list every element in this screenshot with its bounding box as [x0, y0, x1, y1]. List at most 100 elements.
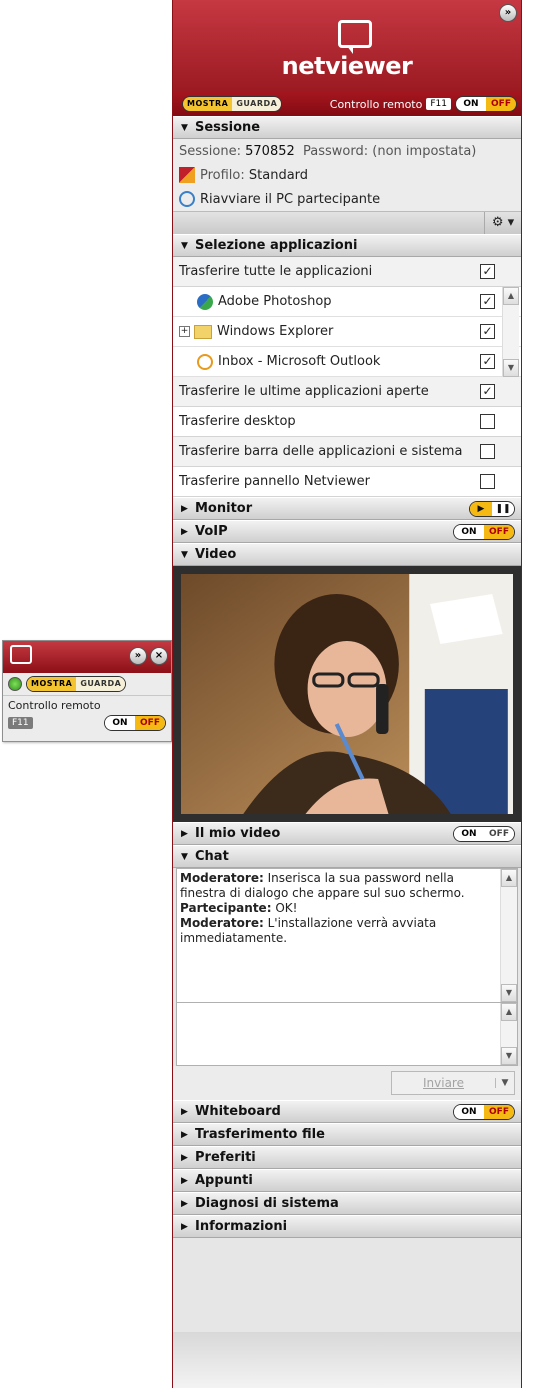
close-icon[interactable]: ×: [150, 647, 168, 665]
all-apps-row[interactable]: Trasferire tutte le applicazioni ✓: [173, 257, 521, 287]
toggle-on[interactable]: ON: [454, 826, 484, 841]
scroll-up-icon[interactable]: ▲: [501, 1003, 517, 1021]
chat-author: Moderatore:: [180, 916, 264, 930]
expanded-triangle-icon: ▼: [181, 851, 188, 862]
section-selezione-header[interactable]: ▼ Selezione applicazioni: [173, 234, 521, 257]
play-icon[interactable]: ▶: [470, 501, 492, 516]
all-apps-checkbox[interactable]: ✓: [480, 264, 495, 279]
remote-control-toggle[interactable]: ON OFF: [455, 96, 517, 112]
option-label: Trasferire pannello Netviewer: [179, 474, 370, 489]
mostra-guarda-switch[interactable]: MOSTRA GUARDA: [182, 96, 283, 112]
mostra-label[interactable]: MOSTRA: [183, 97, 233, 111]
mini-panel: » × MOSTRA GUARDA Controllo remoto F11 O…: [2, 640, 172, 742]
section-mio-video-header[interactable]: ▶ Il mio video ON OFF: [173, 822, 521, 845]
toggle-off[interactable]: OFF: [484, 524, 514, 539]
toggle-off[interactable]: OFF: [484, 826, 514, 841]
app-checkbox[interactable]: ✓: [480, 294, 495, 309]
expand-icon[interactable]: »: [129, 647, 147, 665]
section-preferiti-header[interactable]: ▶ Preferiti: [173, 1146, 521, 1169]
section-sessione-header[interactable]: ▼ Sessione: [173, 116, 521, 139]
app-list-scrollbar[interactable]: ▲ ▼: [502, 287, 519, 377]
section-monitor-header[interactable]: ▶ Monitor ▶ ❚❚: [173, 497, 521, 520]
mostra-label[interactable]: MOSTRA: [27, 677, 77, 691]
app-checkbox[interactable]: ✓: [480, 354, 495, 369]
toggle-on[interactable]: ON: [456, 97, 486, 111]
chat-input-scrollbar[interactable]: ▲ ▼: [500, 1003, 517, 1065]
app-name: Inbox - Microsoft Outlook: [218, 354, 381, 369]
whiteboard-toggle[interactable]: ON OFF: [453, 1103, 515, 1120]
toggle-off[interactable]: OFF: [486, 97, 516, 111]
toggle-on[interactable]: ON: [454, 1104, 484, 1119]
gear-icon[interactable]: ⚙ ▾: [484, 212, 521, 234]
section-chat-header[interactable]: ▼ Chat: [173, 845, 521, 868]
netviewer-logo-icon: [10, 645, 32, 664]
outlook-clock-icon: [197, 353, 213, 370]
option-row[interactable]: Trasferire le ultime applicazioni aperte…: [173, 377, 521, 407]
chat-history[interactable]: Moderatore: Inserisca la sua password ne…: [176, 868, 518, 1003]
option-row[interactable]: Trasferire barra delle applicazioni e si…: [173, 437, 521, 467]
send-button[interactable]: Inviare ▼: [391, 1071, 515, 1095]
section-trasferimento-header[interactable]: ▶ Trasferimento file: [173, 1123, 521, 1146]
remote-control-toggle[interactable]: ON OFF: [104, 715, 166, 731]
toggle-off[interactable]: OFF: [135, 716, 165, 730]
profile-value: Standard: [248, 167, 309, 183]
section-title: Appunti: [195, 1173, 253, 1188]
app-name: Adobe Photoshop: [218, 294, 332, 309]
section-whiteboard-header[interactable]: ▶ Whiteboard ON OFF: [173, 1100, 521, 1123]
voip-toggle[interactable]: ON OFF: [453, 523, 515, 540]
scroll-down-icon[interactable]: ▼: [503, 359, 519, 377]
collapsed-triangle-icon: ▶: [181, 1221, 188, 1232]
chat-author: Moderatore:: [180, 871, 264, 885]
all-apps-label: Trasferire tutte le applicazioni: [179, 264, 373, 279]
app-list: Adobe Photoshop ✓ + Windows Explorer ✓ I…: [173, 287, 521, 377]
section-appunti-header[interactable]: ▶ Appunti: [173, 1169, 521, 1192]
expanded-triangle-icon: ▼: [181, 549, 188, 560]
guarda-label[interactable]: GUARDA: [76, 677, 126, 691]
option-checkbox[interactable]: [480, 414, 495, 429]
toggle-on[interactable]: ON: [454, 524, 484, 539]
chat-scrollbar[interactable]: ▲ ▼: [500, 869, 517, 1002]
guarda-label[interactable]: GUARDA: [232, 97, 282, 111]
collapsed-triangle-icon: ▶: [181, 1152, 188, 1163]
toggle-off[interactable]: OFF: [484, 1104, 514, 1119]
pause-icon[interactable]: ❚❚: [492, 501, 514, 516]
expand-plus-icon[interactable]: +: [179, 326, 190, 337]
collapsed-triangle-icon: ▶: [181, 1129, 188, 1140]
app-checkbox[interactable]: ✓: [480, 324, 495, 339]
toggle-on[interactable]: ON: [105, 716, 135, 730]
chat-message: Partecipante: OK!: [180, 901, 497, 916]
chat-message: Moderatore: L'installazione verrà avviat…: [180, 916, 497, 946]
panel-footer: [173, 1332, 521, 1388]
scroll-down-icon[interactable]: ▼: [501, 1047, 517, 1065]
section-video-header[interactable]: ▼ Video: [173, 543, 521, 566]
section-informazioni-header[interactable]: ▶ Informazioni: [173, 1215, 521, 1238]
my-video-toggle[interactable]: ON OFF: [453, 825, 515, 842]
sessione-body: Sessione: 570852 Password: (non impostat…: [173, 139, 521, 234]
restart-label: Riavviare il PC partecipante: [200, 191, 381, 207]
option-checkbox[interactable]: [480, 444, 495, 459]
option-checkbox[interactable]: [480, 474, 495, 489]
list-item[interactable]: Adobe Photoshop ✓: [173, 287, 521, 317]
mostra-guarda-switch[interactable]: MOSTRA GUARDA: [26, 676, 127, 692]
list-item[interactable]: Inbox - Microsoft Outlook ✓: [173, 347, 521, 377]
logo-text: netviewer: [281, 52, 413, 80]
section-title: Sessione: [195, 120, 261, 135]
scroll-down-icon[interactable]: ▼: [501, 984, 517, 1002]
collapse-icon[interactable]: »: [499, 4, 517, 22]
netviewer-logo-icon: [338, 20, 372, 54]
list-item[interactable]: + Windows Explorer ✓: [173, 317, 521, 347]
section-voip-header[interactable]: ▶ VoIP ON OFF: [173, 520, 521, 543]
collapsed-triangle-icon: ▶: [181, 828, 188, 839]
option-checkbox[interactable]: ✓: [480, 384, 495, 399]
option-row[interactable]: Trasferire pannello Netviewer: [173, 467, 521, 497]
scroll-up-icon[interactable]: ▲: [501, 869, 517, 887]
chat-input[interactable]: ▲ ▼: [176, 1003, 518, 1066]
option-row[interactable]: Trasferire desktop: [173, 407, 521, 437]
profile-icon: [179, 167, 195, 183]
profile-link[interactable]: Profilo: Standard: [173, 163, 521, 187]
restart-pc-link[interactable]: Riavviare il PC partecipante: [173, 187, 521, 211]
chevron-down-icon[interactable]: ▼: [495, 1078, 514, 1088]
scroll-up-icon[interactable]: ▲: [503, 287, 519, 305]
section-diagnosi-header[interactable]: ▶ Diagnosi di sistema: [173, 1192, 521, 1215]
monitor-play-pause[interactable]: ▶ ❚❚: [469, 500, 515, 517]
